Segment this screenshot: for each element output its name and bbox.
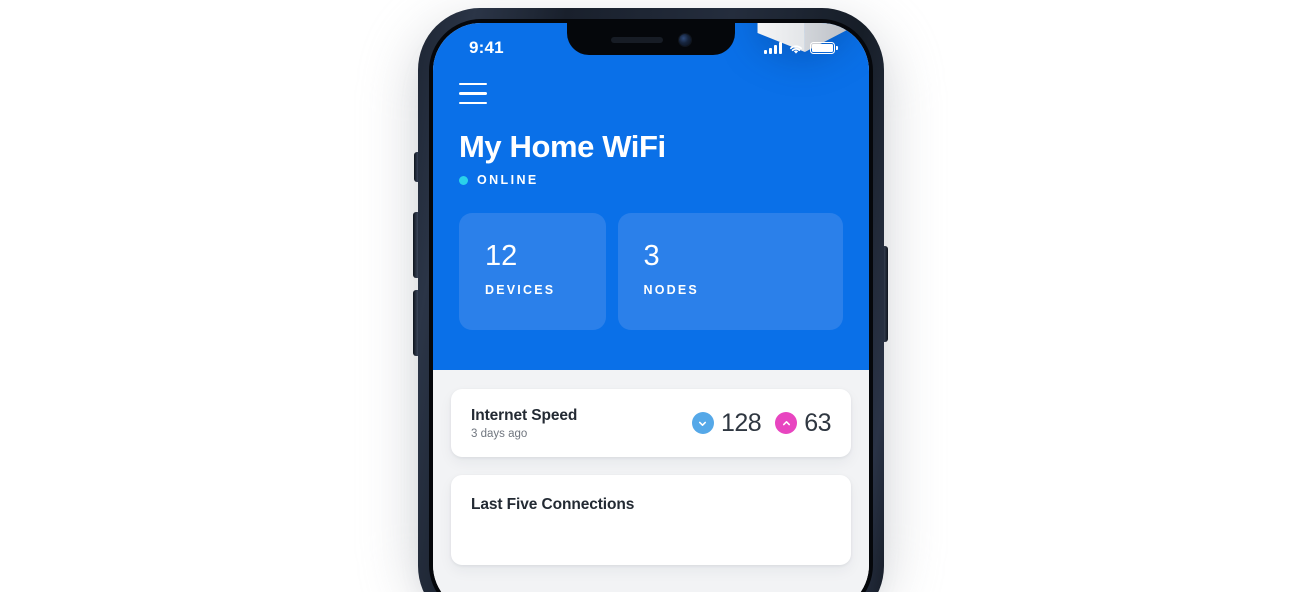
stat-value-nodes: 3 (643, 240, 660, 273)
chevron-up-icon (775, 412, 798, 434)
status-bar: 9:41 (459, 23, 843, 67)
stat-card-devices[interactable]: 12 DEVICES (459, 213, 606, 331)
status-bar-icons (764, 42, 838, 54)
internet-speed-timestamp: 3 days ago (471, 427, 528, 440)
phone-bezel: 9:41 My Home WiFi ONLINE 12 DEVICES 3 NO… (429, 19, 873, 592)
upload-speed-value: 63 (804, 408, 831, 437)
battery-full-icon (810, 42, 838, 54)
last-connections-title: Last Five Connections (471, 496, 635, 513)
internet-speed-values: 128 63 (691, 408, 831, 438)
status-online-dot-icon (459, 175, 468, 185)
download-speed-value: 128 (720, 408, 762, 437)
wifi-icon (788, 42, 804, 54)
internet-speed-card[interactable]: Internet Speed 3 days ago 128 63 (451, 389, 851, 457)
internet-speed-text: Internet Speed 3 days ago (471, 407, 577, 440)
internet-speed-title: Internet Speed (471, 406, 578, 424)
phone-device-frame: 9:41 My Home WiFi ONLINE 12 DEVICES 3 NO… (418, 8, 884, 592)
status-badge: ONLINE (477, 173, 539, 188)
last-connections-card[interactable]: Last Five Connections (451, 475, 851, 565)
stat-label-devices: DEVICES (485, 283, 556, 298)
screenshot-canvas: 9:41 My Home WiFi ONLINE 12 DEVICES 3 NO… (0, 0, 1300, 592)
upload-speed: 63 (775, 409, 831, 438)
chevron-down-icon (691, 412, 714, 434)
stat-label-nodes: NODES (643, 283, 699, 298)
cellular-signal-icon (764, 42, 782, 54)
status-bar-time: 9:41 (469, 38, 504, 57)
app-header: 9:41 My Home WiFi ONLINE 12 DEVICES 3 NO… (433, 23, 869, 370)
stat-card-nodes[interactable]: 3 NODES (617, 213, 843, 331)
phone-screen: 9:41 My Home WiFi ONLINE 12 DEVICES 3 NO… (433, 23, 869, 592)
page-title: My Home WiFi (459, 129, 666, 165)
app-content: Internet Speed 3 days ago 128 63 Last Fi… (433, 370, 869, 592)
download-speed: 128 (691, 408, 762, 438)
stat-value-devices: 12 (485, 240, 518, 273)
stats-row: 12 DEVICES 3 NODES (459, 213, 843, 331)
hamburger-menu-icon[interactable] (459, 83, 487, 105)
network-status: ONLINE (459, 173, 843, 187)
